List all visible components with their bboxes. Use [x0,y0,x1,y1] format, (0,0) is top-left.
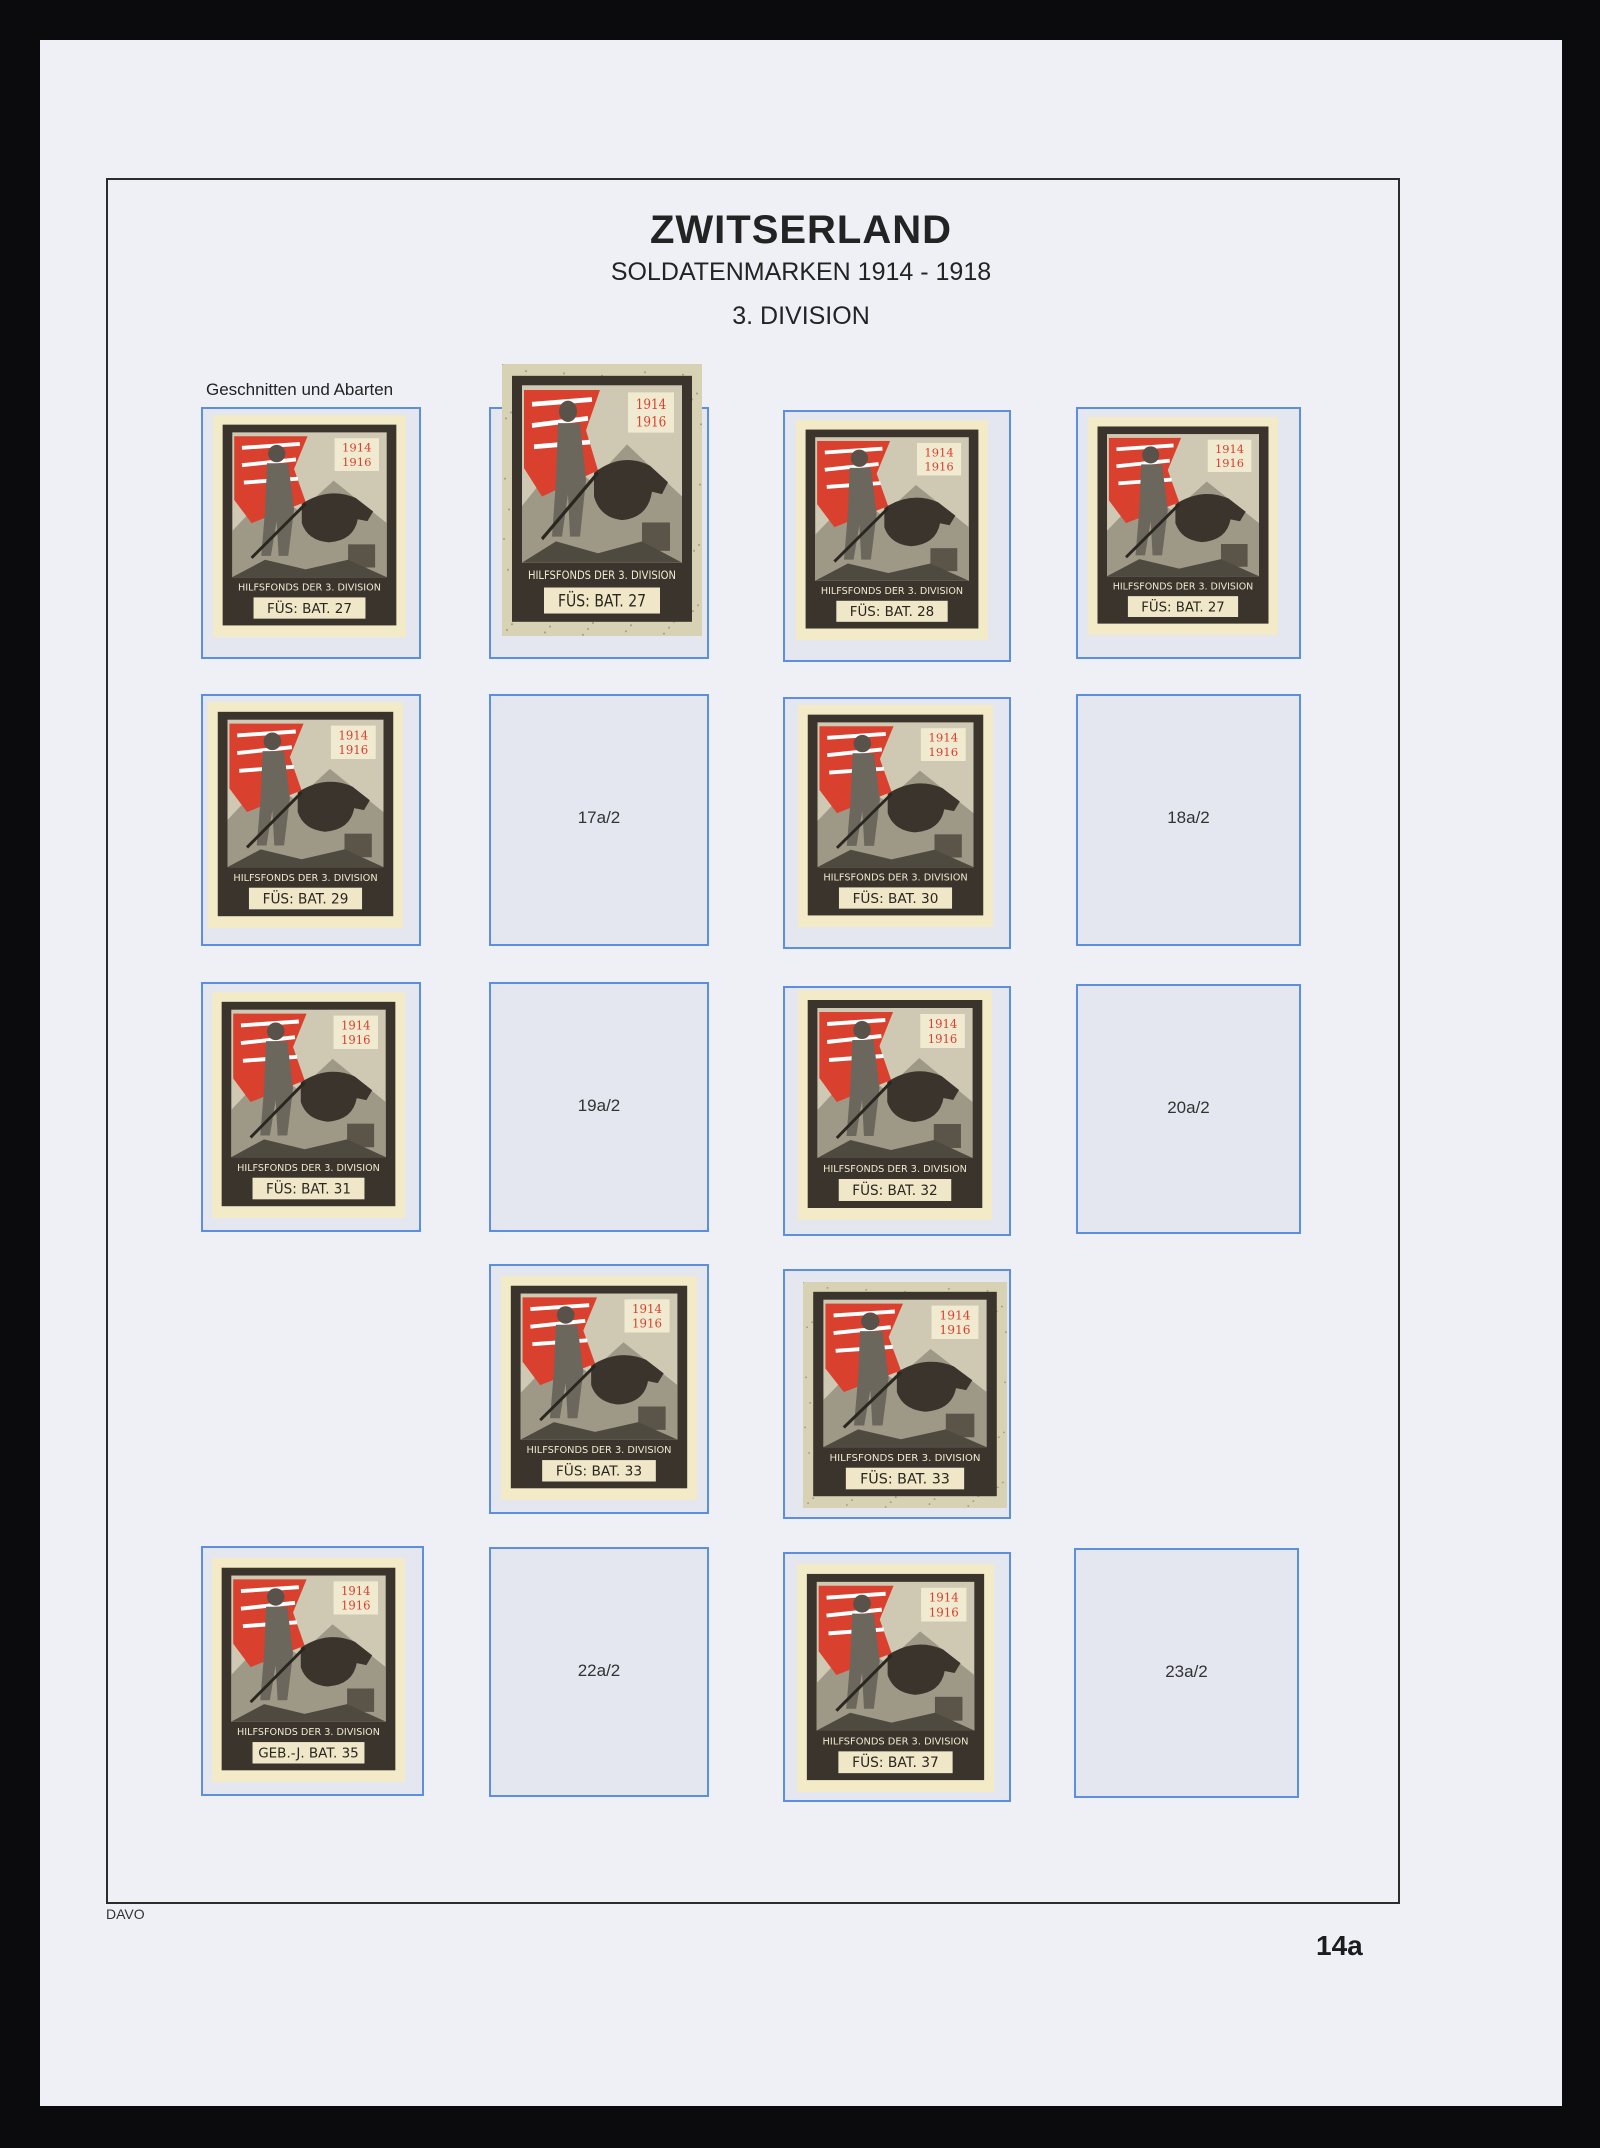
catalog-number: 22a/2 [577,1661,621,1680]
stamp-fund-text: HILFSFONDS DER 3. DIVISION [823,1736,969,1747]
stamp-year-bottom: 1916 [928,745,958,759]
soldier-stamp-image: 1914 1916 HILFSFONDS DER 3. DIVISION FÜS: B… [502,364,702,636]
stamp-card[interactable]: 1914 1916 HILFSFONDS DER 3. DIVISION FÜS: B… [501,1276,697,1500]
stamp-year-top: 1914 [929,1591,959,1605]
stamp-fund-text: HILFSFONDS DER 3. DIVISION [1113,582,1254,593]
soldier-stamp-image: 19141916 HILFSFONDS DER 3. DIVISION FÜS: B… [1088,417,1278,635]
stamp-battalion-label: FÜS: BAT. 29 [263,889,349,907]
stamp-year-top: 1914 [341,1018,370,1032]
stamp-year-bottom: 1916 [341,1033,370,1047]
catalog-number: 18a/2 [1167,808,1210,827]
stamp-year-top: 1914 [928,1017,958,1031]
stamp-year-bottom: 1916 [924,460,953,474]
stamp-battalion-label: FÜS: BAT. 33 [556,1462,642,1480]
stamp-fund-text: HILFSFONDS DER 3. DIVISION [528,568,676,582]
division-heading: 3. DIVISION [732,302,870,330]
stamp-year-bottom: 1916 [929,1606,959,1620]
stamp-battalion-label: FÜS: BAT. 33 [860,1470,950,1488]
catalog-number: 20a/2 [1167,1098,1210,1117]
catalog-number: 17a/2 [577,808,621,827]
catalog-number: 19a/2 [577,1096,621,1115]
stamp-fund-text: HILFSFONDS DER 3. DIVISION [237,1163,380,1174]
stamp-fund-text: HILFSFONDS DER 3. DIVISION [527,1445,672,1456]
stamp-year-bottom: 1916 [338,743,368,757]
stamp-fund-text: HILFSFONDS DER 3. DIVISION [823,1164,967,1175]
empty-stamp-slot: 19a/2 [489,982,709,1232]
stamp-fund-text: HILFSFONDS DER 3. DIVISION [830,1453,981,1464]
stamp-year-top: 1914 [636,397,667,413]
stamp-year-bottom: 1916 [928,1032,958,1046]
stamp-year-top: 1914 [924,445,953,459]
section-label: Geschnitten und Abarten [206,380,394,399]
stamp-year-bottom: 1916 [1215,456,1244,470]
soldier-stamp-image: 19141916 HILFSFONDS DER 3. DIVISION FÜS: B… [796,420,988,640]
stamp-year-top: 1914 [341,1584,370,1598]
stamp-card[interactable]: 1914 1916 HILFSFONDS DER 3. DIVISION FÜS: B… [208,702,403,928]
stamp-year-top: 1914 [939,1309,970,1323]
stamp-card[interactable]: 1914 1916 HILFSFONDS DER 3. DIVISION GEB.-J… [212,1558,405,1782]
soldier-stamp-image: 19141916 HILFSFONDS DER 3. DIVISION FÜS: B… [208,702,403,928]
soldier-stamp-image: 19141916 HILFSFONDS DER 3. DIVISION FÜS: B… [212,992,405,1218]
stamp-year-top: 1914 [338,728,368,742]
page-title: ZWITSERLAND [649,208,953,252]
stamp-battalion-label: FÜS: BAT. 27 [1141,597,1225,615]
stamp-battalion-label: FÜS: BAT. 31 [266,1179,351,1197]
stamp-battalion-label: FÜS: BAT. 32 [852,1181,937,1199]
stamp-card[interactable]: 1914 1916 HILFSFONDS DER 3. DIVISION FÜS: B… [213,415,406,637]
page-subtitle: SOLDATENMARKEN 1914 - 1918 [610,258,992,286]
stamp-fund-text: HILFSFONDS DER 3. DIVISION [823,873,967,884]
stamp-card[interactable]: 1914 1916 HILFSFONDS DER 3. DIVISION FÜS: B… [797,1564,994,1792]
soldier-stamp-image: 19141916 HILFSFONDS DER 3. DIVISION FÜS: B… [501,1276,697,1500]
stamp-year-bottom: 1916 [939,1323,970,1337]
catalog-number: 23a/2 [1165,1662,1208,1681]
stamp-year-bottom: 1916 [636,415,667,431]
stamp-year-bottom: 1916 [632,1317,662,1331]
soldier-stamp-image: 19141916 HILFSFONDS DER 3. DIVISION FÜS: B… [213,415,406,637]
soldier-stamp-image: 19141916 HILFSFONDS DER 3. DIVISION FÜS: B… [797,1564,994,1792]
stamp-battalion-label: FÜS: BAT. 37 [852,1753,939,1771]
stamp-card[interactable]: 1914 1916 HILFSFONDS DER 3. DIVISION FÜS: B… [212,992,405,1218]
stamp-battalion-label: FÜS: BAT. 27 [267,599,352,617]
stamp-battalion-label: GEB.-J. BAT. 35 [258,1746,359,1762]
empty-stamp-slot: 22a/2 [489,1547,709,1797]
stamp-card[interactable]: 1914 1916 HILFSFONDS DER 3. DIVISION FÜS: B… [796,420,988,640]
stamp-battalion-label: FÜS: BAT. 30 [853,889,939,907]
stamp-year-top: 1914 [342,441,371,455]
soldier-stamp-image: 19141916 HILFSFONDS DER 3. DIVISION FÜS: B… [803,1282,1007,1508]
stamp-year-bottom: 1916 [341,1599,370,1613]
soldier-stamp-image: 19141916 HILFSFONDS DER 3. DIVISION GEB.-J… [212,1558,405,1782]
stamp-fund-text: HILFSFONDS DER 3. DIVISION [238,583,381,594]
stamp-card[interactable]: 1914 1916 HILFSFONDS DER 3. DIVISION FÜS: B… [502,364,702,636]
stamp-year-top: 1914 [1215,442,1244,456]
stamp-year-top: 1914 [632,1302,662,1316]
page-number: 14a [1316,1930,1363,1961]
soldier-stamp-image: 19141916 HILFSFONDS DER 3. DIVISION FÜS: B… [798,990,992,1220]
stamp-card[interactable]: 1914 1916 HILFSFONDS DER 3. DIVISION FÜS: B… [803,1282,1007,1508]
stamp-card[interactable]: 1914 1916 HILFSFONDS DER 3. DIVISION FÜS: B… [798,990,992,1220]
stamp-battalion-label: FÜS: BAT. 28 [850,602,934,620]
stamp-fund-text: HILFSFONDS DER 3. DIVISION [237,1727,380,1738]
stamp-year-top: 1914 [928,731,958,745]
stamp-card[interactable]: 1914 1916 HILFSFONDS DER 3. DIVISION FÜS: B… [798,705,993,927]
empty-stamp-slot: 18a/2 [1076,694,1301,946]
stamp-battalion-label: FÜS: BAT. 27 [558,590,646,611]
stamp-card[interactable]: 1914 1916 HILFSFONDS DER 3. DIVISION FÜS: B… [1088,417,1278,635]
soldier-stamp-image: 19141916 HILFSFONDS DER 3. DIVISION FÜS: B… [798,705,993,927]
empty-stamp-slot: 20a/2 [1076,984,1301,1234]
empty-stamp-slot: 17a/2 [489,694,709,946]
empty-stamp-slot: 23a/2 [1074,1548,1299,1798]
stamp-year-bottom: 1916 [342,455,371,469]
publisher-brand: DAVO [106,1906,145,1922]
stamp-fund-text: HILFSFONDS DER 3. DIVISION [233,873,377,884]
album-page: ZWITSERLAND SOLDATENMARKEN 1914 - 1918 3… [40,40,1562,2106]
stamp-fund-text: HILFSFONDS DER 3. DIVISION [821,586,963,597]
